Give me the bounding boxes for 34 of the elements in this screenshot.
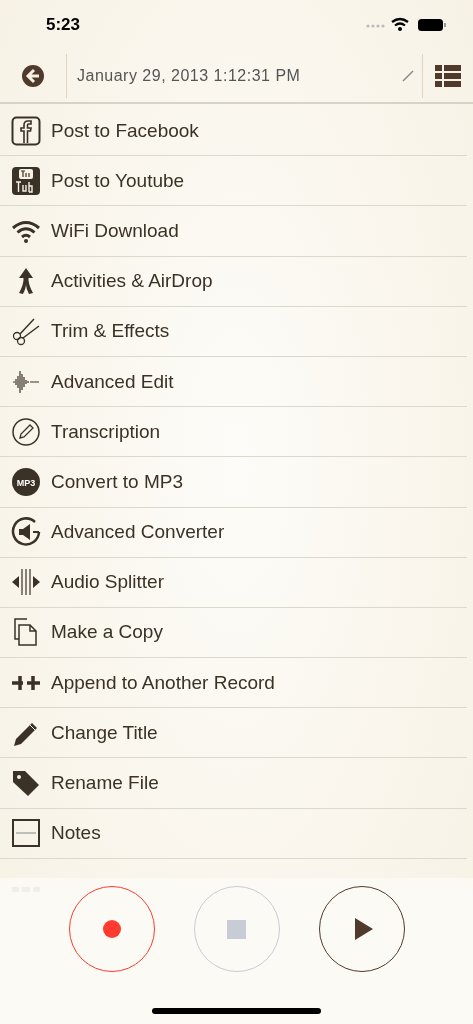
menu-item[interactable]: Change Title	[0, 708, 467, 759]
video-logo-icon	[10, 165, 41, 196]
menu-item[interactable]: MP3 Convert to MP3	[0, 457, 467, 508]
stop-square-icon	[227, 919, 246, 939]
battery-icon	[418, 19, 446, 31]
menu-item[interactable]: WiFi Download	[0, 206, 467, 257]
menu-item[interactable]: Make a Copy	[0, 607, 467, 659]
back-arrow-icon	[22, 65, 44, 87]
menu-item[interactable]: Activities & AirDrop	[0, 256, 467, 307]
split-arrows-icon	[10, 567, 41, 598]
wifi-icon	[390, 17, 410, 31]
menu-item[interactable]: Post to Facebook	[0, 106, 467, 157]
notes-icon	[10, 818, 41, 849]
facebook-icon	[10, 115, 41, 146]
speaker-circle-icon	[10, 517, 41, 548]
menu-item[interactable]: Advanced Converter	[0, 507, 467, 558]
signal-icon	[366, 24, 385, 28]
menu-item[interactable]: Append to Another Record	[0, 658, 467, 709]
menu-item[interactable]: Advanced Edit	[0, 356, 467, 408]
menu-item[interactable]: Trim & Effects	[0, 306, 467, 357]
menu-item[interactable]: Post to Youtube	[0, 156, 467, 207]
recording-title: January 29, 2013 1:12:31 PM	[77, 67, 301, 85]
status-time: 5:23	[46, 15, 81, 35]
pencil-circle-icon	[10, 416, 41, 447]
tag-icon	[10, 768, 41, 799]
menu-item[interactable]: Transcription	[0, 407, 467, 458]
play-icon	[355, 918, 373, 940]
menu-item[interactable]: Notes	[0, 808, 467, 859]
record-dot-icon	[101, 919, 122, 939]
scissors-icon	[10, 316, 41, 347]
menu-item[interactable]: Audio Splitter	[0, 557, 467, 608]
menu-item[interactable]: Rename File	[0, 758, 467, 809]
mp3-badge-icon: MP3	[10, 466, 41, 497]
list-icon	[435, 65, 461, 87]
